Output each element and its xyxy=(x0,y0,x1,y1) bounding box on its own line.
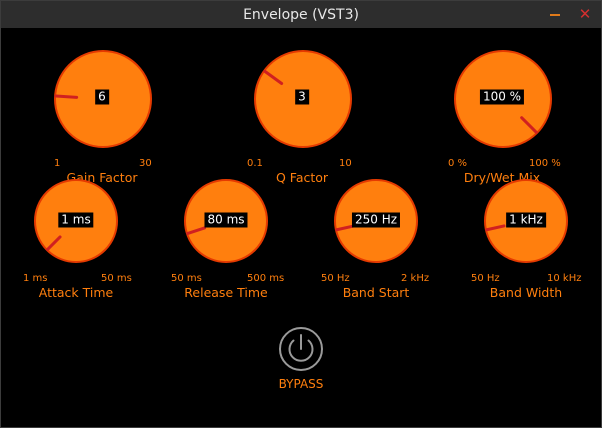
gain-factor-min-label: 1 xyxy=(54,158,61,169)
bypass-label: BYPASS xyxy=(278,377,324,391)
band-start-value: 250 Hz xyxy=(351,212,401,228)
release-time-label: Release Time xyxy=(184,285,268,300)
close-icon: ✕ xyxy=(578,5,592,23)
window-title: Envelope (VST3) xyxy=(243,7,359,23)
band-start-min-label: 50 Hz xyxy=(321,273,350,284)
close-button[interactable]: ✕ xyxy=(570,1,600,28)
gain-factor-indicator xyxy=(54,94,79,99)
knob-group-gain-factor: 6 1 30 Gain Factor xyxy=(53,49,153,185)
band-width-label: Band Width xyxy=(489,285,563,300)
minimize-button[interactable] xyxy=(540,1,570,28)
q-factor-min-label: 0.1 xyxy=(247,158,263,169)
gain-factor-max-label: 30 xyxy=(139,158,152,169)
attack-time-min-label: 1 ms xyxy=(23,273,48,284)
release-time-min-label: 50 ms xyxy=(171,273,202,284)
dry-wet-mix-value: 100 % xyxy=(479,89,525,105)
dry-wet-mix-min-label: 0 % xyxy=(448,158,468,169)
minimize-icon xyxy=(550,13,560,16)
power-icon xyxy=(279,327,323,371)
plugin-panel: 6 1 30 Gain Factor 3 0.1 10 Q Factor 100… xyxy=(1,28,601,427)
band-width-value: 1 kHz xyxy=(506,212,546,228)
knob-group-release-time: 80 ms 50 ms 500 ms Release Time xyxy=(171,178,284,300)
release-time-max-label: 500 ms xyxy=(247,273,285,284)
attack-time-label: Attack Time xyxy=(38,285,114,300)
attack-time-value: 1 ms xyxy=(58,212,94,228)
bypass-button[interactable] xyxy=(277,325,325,373)
knob-group-band-start: 250 Hz 50 Hz 2 kHz Band Start xyxy=(321,178,429,300)
release-time-value: 80 ms xyxy=(204,212,248,228)
knob-group-band-width: 1 kHz 50 Hz 10 kHz Band Width xyxy=(471,178,581,300)
dry-wet-mix-max-label: 100 % xyxy=(529,158,561,169)
knob-group-q-factor: 3 0.1 10 Q Factor xyxy=(247,49,353,185)
band-width-min-label: 50 Hz xyxy=(471,273,500,284)
knob-group-dry-wet-mix: 100 % 0 % 100 % Dry/Wet Mix xyxy=(448,49,561,185)
gain-factor-value: 6 xyxy=(95,89,109,105)
q-factor-label: Q Factor xyxy=(275,170,329,185)
band-start-max-label: 2 kHz xyxy=(401,273,430,284)
q-factor-value: 3 xyxy=(295,89,309,105)
title-bar[interactable]: Envelope (VST3) ✕ xyxy=(1,1,601,28)
q-factor-max-label: 10 xyxy=(339,158,352,169)
attack-time-max-label: 50 ms xyxy=(101,273,132,284)
knob-group-attack-time: 1 ms 1 ms 50 ms Attack Time xyxy=(23,178,132,300)
band-start-label: Band Start xyxy=(342,285,410,300)
plugin-window: Envelope (VST3) ✕ 6 1 30 Gain Factor 3 0… xyxy=(0,0,602,428)
band-width-max-label: 10 kHz xyxy=(547,273,582,284)
